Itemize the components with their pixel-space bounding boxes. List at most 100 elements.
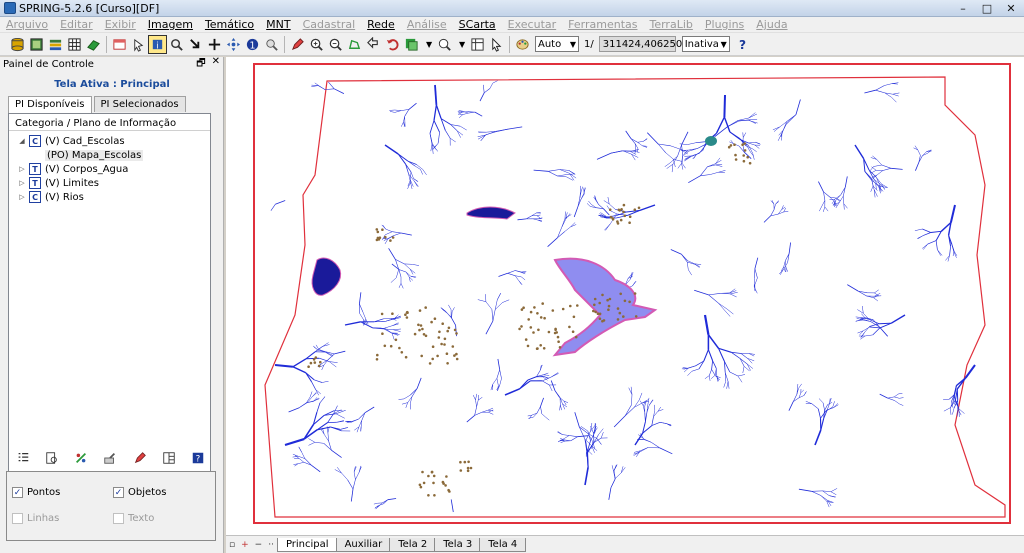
- river-segment: [822, 402, 825, 411]
- search-document-icon[interactable]: [42, 449, 61, 468]
- cursor-mode-select[interactable]: Inativa ▼: [681, 36, 730, 52]
- info-tool-icon[interactable]: i: [148, 34, 167, 54]
- collapse-arrow-icon[interactable]: ◢: [17, 137, 27, 145]
- tab-scroll-icon[interactable]: ··: [268, 540, 274, 550]
- river-segment: [659, 447, 673, 455]
- table-icon[interactable]: [468, 35, 487, 54]
- arrow-down-right-icon[interactable]: [186, 35, 205, 54]
- map-layers-icon[interactable]: [402, 35, 421, 54]
- tab-tela-2[interactable]: Tela 2: [389, 537, 437, 552]
- pontos-option[interactable]: ✓ Pontos: [12, 487, 60, 498]
- pencil-icon[interactable]: [288, 35, 307, 54]
- school-point: [404, 313, 407, 316]
- pan-icon[interactable]: [224, 35, 243, 54]
- expand-arrow-icon[interactable]: ▷: [17, 193, 27, 201]
- info-icon[interactable]: 1: [243, 35, 262, 54]
- plus-icon[interactable]: [205, 35, 224, 54]
- menu-analise[interactable]: Análise: [401, 18, 453, 31]
- list-icon[interactable]: [13, 449, 32, 468]
- scale-prefix: 1/: [584, 38, 594, 50]
- add-tab-icon[interactable]: +: [241, 540, 249, 550]
- tree-item-rios[interactable]: ▷ C (V) Rios: [9, 190, 210, 204]
- maximize-button[interactable]: □: [976, 1, 998, 15]
- school-point: [608, 208, 612, 211]
- menu-editar[interactable]: Editar: [54, 18, 99, 31]
- palette-icon[interactable]: [513, 35, 532, 54]
- objetos-option[interactable]: ✓ Objetos: [113, 487, 166, 498]
- legend-icon[interactable]: [160, 449, 179, 468]
- menu-plugins[interactable]: Plugins: [699, 18, 750, 31]
- edit-icon[interactable]: [101, 449, 120, 468]
- tab-tela-4[interactable]: Tela 4: [479, 537, 527, 552]
- texto-option[interactable]: Texto: [113, 513, 154, 524]
- river-segment: [785, 267, 788, 272]
- river-segment: [742, 366, 745, 374]
- scale-value-field[interactable]: 311424,406250: [598, 36, 682, 52]
- tab-menu-icon[interactable]: ▫: [229, 540, 235, 550]
- texto-checkbox[interactable]: [113, 513, 124, 524]
- close-panel-button[interactable]: ✕: [212, 56, 220, 73]
- pontos-checkbox[interactable]: ✓: [12, 487, 23, 498]
- zoom-out-icon[interactable]: [326, 35, 345, 54]
- river-segment: [894, 400, 900, 405]
- undo-icon[interactable]: [383, 35, 402, 54]
- select-pointer-icon[interactable]: [487, 35, 506, 54]
- menu-imagem[interactable]: Imagem: [142, 18, 199, 31]
- menu-rede[interactable]: Rede: [361, 18, 401, 31]
- menu-ajuda[interactable]: Ajuda: [750, 18, 793, 31]
- draw-pencil-icon[interactable]: [130, 449, 149, 468]
- menu-mnt[interactable]: MNT: [260, 18, 296, 31]
- menu-arquivo[interactable]: Arquivo: [0, 18, 54, 31]
- tab-minus-icon[interactable]: −: [255, 540, 263, 550]
- tree-item-limites[interactable]: ▷ T (V) Limites: [9, 176, 210, 190]
- tab-pi-disponiveis[interactable]: PI Disponíveis: [8, 96, 92, 113]
- expand-arrow-icon[interactable]: ▷: [17, 165, 27, 173]
- menu-tematico[interactable]: Temático: [199, 18, 260, 31]
- tab-principal[interactable]: Principal: [276, 537, 338, 552]
- map-canvas[interactable]: [253, 63, 1011, 524]
- zoom-options-icon[interactable]: [435, 35, 454, 54]
- river-segment: [679, 143, 688, 145]
- pointer-cube-icon[interactable]: [129, 35, 148, 54]
- tab-tela-3[interactable]: Tela 3: [434, 537, 482, 552]
- back-arrow-icon[interactable]: [364, 35, 383, 54]
- school-point: [622, 203, 626, 207]
- tree-item-corpos-agua[interactable]: ▷ T (V) Corpos_Agua: [9, 162, 210, 176]
- tab-auxiliar[interactable]: Auxiliar: [335, 537, 392, 552]
- zoom-area-icon[interactable]: [345, 35, 364, 54]
- map-layers-dropdown-arrow[interactable]: ▼: [424, 36, 432, 52]
- menu-exibir[interactable]: Exibir: [99, 18, 142, 31]
- zoom-icon[interactable]: [167, 35, 186, 54]
- menu-cadastral[interactable]: Cadastral: [297, 18, 362, 31]
- eraser-icon[interactable]: [84, 35, 103, 54]
- float-panel-button[interactable]: 🗗: [196, 56, 205, 73]
- window-icon[interactable]: [110, 35, 129, 54]
- objetos-checkbox[interactable]: ✓: [113, 487, 124, 498]
- grid-icon[interactable]: [65, 35, 84, 54]
- minimize-button[interactable]: –: [952, 1, 974, 15]
- help-icon[interactable]: ?: [189, 449, 208, 468]
- school-point: [428, 362, 432, 365]
- tree-item-mapa-escolas[interactable]: (PO) Mapa_Escolas: [9, 148, 210, 162]
- visual-settings-icon[interactable]: [72, 449, 91, 468]
- expand-arrow-icon[interactable]: ▷: [17, 179, 27, 187]
- tree-item-cad-escolas[interactable]: ◢ C (V) Cad_Escolas: [9, 134, 210, 148]
- river-segment: [353, 471, 356, 480]
- menu-scarta[interactable]: SCarta: [453, 18, 502, 31]
- query-icon[interactable]: [262, 35, 281, 54]
- tab-pi-selecionados[interactable]: PI Selecionados: [93, 96, 186, 112]
- menu-ferramentas[interactable]: Ferramentas: [562, 18, 643, 31]
- scale-mode-select[interactable]: Auto ▼: [535, 36, 579, 52]
- river-segment: [536, 214, 541, 216]
- help-icon[interactable]: ?: [733, 35, 752, 54]
- linhas-option[interactable]: Linhas: [12, 513, 59, 524]
- menu-executar[interactable]: Executar: [502, 18, 563, 31]
- zoom-options-dropdown-arrow[interactable]: ▼: [457, 36, 465, 52]
- database-icon[interactable]: [8, 35, 27, 54]
- menu-terralib[interactable]: TerraLib: [643, 18, 698, 31]
- linhas-checkbox[interactable]: [12, 513, 23, 524]
- layers-icon[interactable]: [46, 35, 65, 54]
- close-button[interactable]: ✕: [1000, 1, 1022, 15]
- project-icon[interactable]: [27, 35, 46, 54]
- zoom-in-icon[interactable]: [307, 35, 326, 54]
